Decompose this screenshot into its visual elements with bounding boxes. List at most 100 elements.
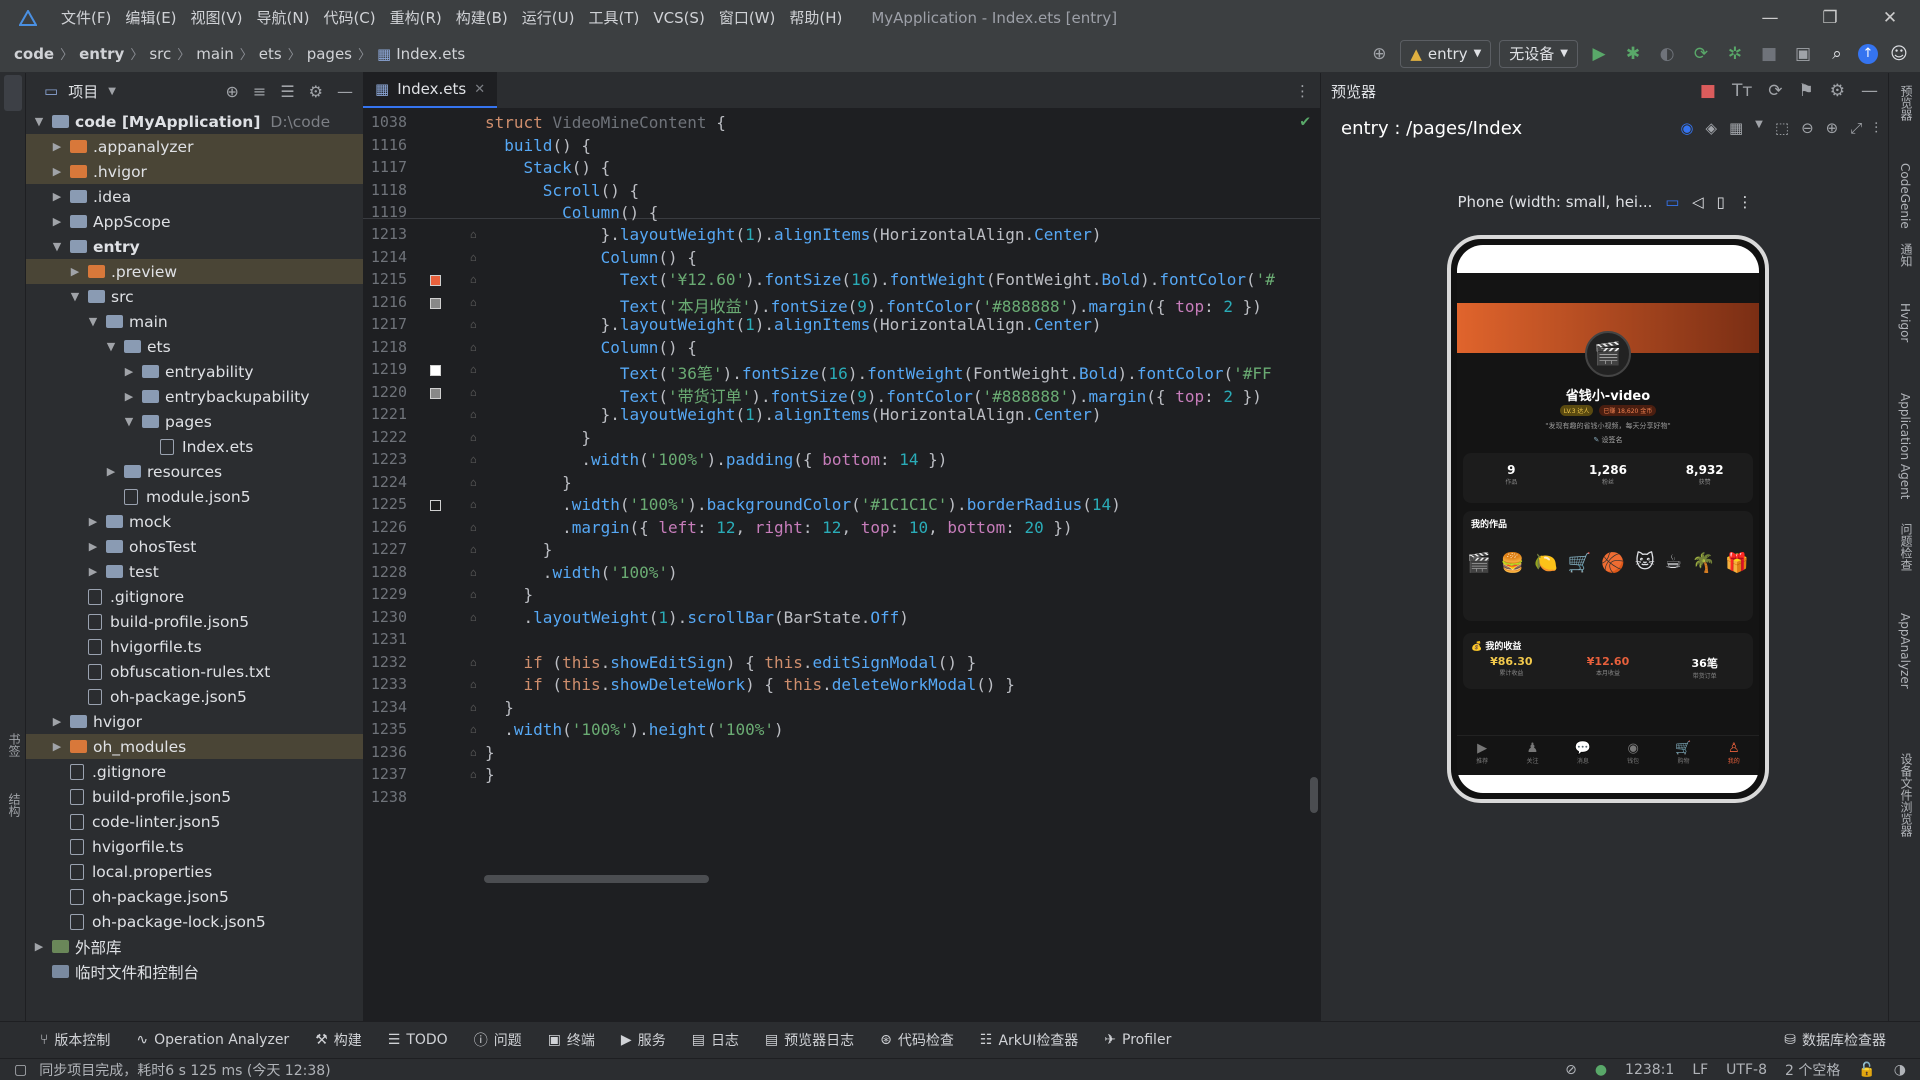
tree-item[interactable]: ▶ ohosTest — [26, 534, 363, 559]
fold-marker-icon[interactable]: ⌂ — [470, 498, 477, 511]
code-line[interactable]: Text('本月收益').fontSize(9).fontColor('#888… — [485, 293, 1262, 317]
reload-icon[interactable]: ⟳ — [1688, 41, 1714, 67]
maximize-icon[interactable]: ❐ — [1800, 8, 1860, 28]
breadcrumb-item[interactable]: main — [196, 45, 233, 63]
tree-item[interactable]: ▼ ets — [26, 334, 363, 359]
fold-marker-icon[interactable]: ⌂ — [470, 318, 477, 331]
fold-marker-icon[interactable]: ⌂ — [470, 746, 477, 759]
grid-icon[interactable]: ▦ — [1729, 119, 1743, 137]
chevron-right-icon[interactable]: ▶ — [68, 265, 82, 278]
breadcrumb-item[interactable]: pages — [307, 45, 352, 63]
app-tab[interactable]: 🛒 购物 — [1658, 736, 1708, 775]
chevron-down-icon[interactable]: ▼ — [32, 115, 46, 128]
fold-marker-icon[interactable]: ⌂ — [470, 363, 477, 376]
fold-marker-icon[interactable]: ⌂ — [470, 768, 477, 781]
breadcrumb-item[interactable]: code — [14, 45, 54, 63]
code-line[interactable]: } — [485, 743, 495, 762]
file-encoding[interactable]: UTF-8 — [1726, 1062, 1767, 1078]
chevron-right-icon[interactable]: ▶ — [50, 715, 64, 728]
sticky-code-line[interactable]: Stack() { — [485, 158, 611, 177]
tree-item[interactable]: .gitignore — [26, 584, 363, 609]
sticky-code-line[interactable]: build() { — [485, 136, 591, 155]
tree-item[interactable]: code-linter.json5 — [26, 809, 363, 834]
tree-item[interactable]: oh-package-lock.json5 — [26, 909, 363, 934]
status-panel-icon[interactable]: ▢ — [14, 1062, 27, 1078]
fit-icon[interactable]: ⬚ — [1775, 119, 1789, 137]
profile-icon[interactable]: ◐ — [1654, 41, 1680, 67]
chevron-right-icon[interactable]: ▶ — [50, 190, 64, 203]
code-line[interactable]: .width('100%').height('100%') — [485, 720, 783, 739]
fold-marker-icon[interactable]: ⌂ — [470, 431, 477, 444]
tree-item[interactable]: ▶ AppScope — [26, 209, 363, 234]
rotate-icon[interactable]: ◁ — [1692, 193, 1704, 211]
chevron-right-icon[interactable]: ▶ — [86, 540, 100, 553]
breadcrumb-item[interactable]: Index.ets — [396, 45, 465, 63]
run-icon[interactable]: ▶ — [1586, 41, 1612, 67]
menu-navigate[interactable]: 导航(N) — [250, 7, 317, 28]
hide-icon[interactable]: — — [337, 82, 353, 101]
breadcrumb-item[interactable]: src — [149, 45, 171, 63]
code-line[interactable]: }.layoutWeight(1).alignItems(HorizontalA… — [485, 405, 1102, 424]
tree-item[interactable]: ▶ 外部库 — [26, 934, 363, 959]
tree-item[interactable]: ▶ entrybackupability — [26, 384, 363, 409]
inspector-icon[interactable]: ⚑ — [1799, 81, 1814, 101]
tree-item[interactable]: ▶ entryability — [26, 359, 363, 384]
settings-icon[interactable]: ⚙ — [1830, 81, 1845, 101]
color-swatch-icon[interactable] — [430, 297, 441, 309]
fold-marker-icon[interactable]: ⌂ — [470, 723, 477, 736]
code-line[interactable]: Column() { — [485, 248, 697, 267]
tree-item[interactable]: ▼ main — [26, 309, 363, 334]
app-tab[interactable]: ▶ 推荐 — [1457, 736, 1507, 775]
stop-icon[interactable]: ■ — [1756, 41, 1782, 67]
chevron-down-icon[interactable]: ▼ — [50, 240, 64, 253]
bottom-tool-6[interactable]: ▶ 服务 — [621, 1030, 666, 1050]
chevron-right-icon[interactable]: ▶ — [86, 565, 100, 578]
chevron-right-icon[interactable]: ▶ — [122, 365, 136, 378]
tree-item[interactable]: ▼ src — [26, 284, 363, 309]
chevron-right-icon[interactable]: ▶ — [32, 940, 46, 953]
menu-view[interactable]: 视图(V) — [184, 7, 250, 28]
menu-build[interactable]: 构建(B) — [449, 7, 515, 28]
application-agent-tool-icon[interactable]: Application Agent — [1898, 393, 1912, 499]
phone-screen[interactable]: 🎬 省钱小-video LV.3 达人 已赚 18,620 金币 "发现有趣的省… — [1457, 245, 1759, 793]
caret-position[interactable]: 1238:1 — [1625, 1062, 1674, 1078]
stop-preview-icon[interactable]: ■ — [1700, 81, 1716, 101]
problems-tool-icon[interactable]: 问题检查 — [1898, 523, 1915, 571]
debug-icon[interactable]: ✱ — [1620, 41, 1646, 67]
bottom-tool-3[interactable]: ☰ TODO — [388, 1032, 448, 1048]
tree-item[interactable]: hvigorfile.ts — [26, 634, 363, 659]
bottom-tool-8[interactable]: ▤ 预览器日志 — [765, 1030, 854, 1050]
bottom-tool-0[interactable]: ⑂ 版本控制 — [40, 1030, 110, 1050]
fold-marker-icon[interactable]: ⌂ — [470, 543, 477, 556]
horizontal-scrollbar[interactable] — [484, 875, 709, 883]
update-icon[interactable]: ↑ — [1858, 43, 1878, 64]
fold-marker-icon[interactable]: ⌂ — [470, 678, 477, 691]
tree-item[interactable]: build-profile.json5 — [26, 609, 363, 634]
work-thumbnail[interactable]: 🏀 — [1601, 551, 1625, 574]
code-line[interactable]: Text('带货订单').fontSize(9).fontColor('#888… — [485, 383, 1262, 407]
device-label[interactable]: Phone (width: small, hei... — [1457, 193, 1652, 211]
code-area[interactable]: 1213 ⌂ 1214 ⌂ 1215 ⌂ 1216 ⌂ 1217 ⌂ 1218 ⌂ 1219 ⌂ 1220 ⌂… — [363, 109, 1320, 1009]
fold-marker-icon[interactable]: ⌂ — [470, 588, 477, 601]
tree-item[interactable]: hvigorfile.ts — [26, 834, 363, 859]
ruler-icon[interactable]: ⫶ — [1874, 119, 1878, 137]
tree-item[interactable]: ▼ code [MyApplication] D:\code — [26, 109, 363, 134]
tree-item[interactable]: build-profile.json5 — [26, 784, 363, 809]
chevron-down-icon[interactable]: ▼ — [122, 415, 136, 428]
fold-marker-icon[interactable]: ⌂ — [470, 273, 477, 286]
chevron-right-icon[interactable]: ▶ — [50, 215, 64, 228]
tab-index-ets[interactable]: ▦ Index.ets ✕ — [363, 72, 498, 108]
chevron-right-icon[interactable]: ▶ — [104, 465, 118, 478]
code-line[interactable]: .width('100%') — [485, 563, 678, 582]
fold-marker-icon[interactable]: ⌂ — [470, 453, 477, 466]
avatar[interactable]: 🎬 — [1585, 331, 1631, 377]
code-line[interactable]: } — [485, 428, 591, 447]
code-line[interactable]: } — [485, 473, 572, 492]
work-thumbnail[interactable]: 🎁 — [1725, 551, 1749, 574]
tree-item[interactable]: local.properties — [26, 859, 363, 884]
chevron-down-icon[interactable]: ▼ — [108, 86, 116, 97]
fold-marker-icon[interactable]: ⌂ — [470, 408, 477, 421]
more-icon[interactable]: ⋮ — [1738, 193, 1753, 211]
chevron-right-icon[interactable]: ▶ — [50, 740, 64, 753]
menu-code[interactable]: 代码(C) — [316, 7, 382, 28]
